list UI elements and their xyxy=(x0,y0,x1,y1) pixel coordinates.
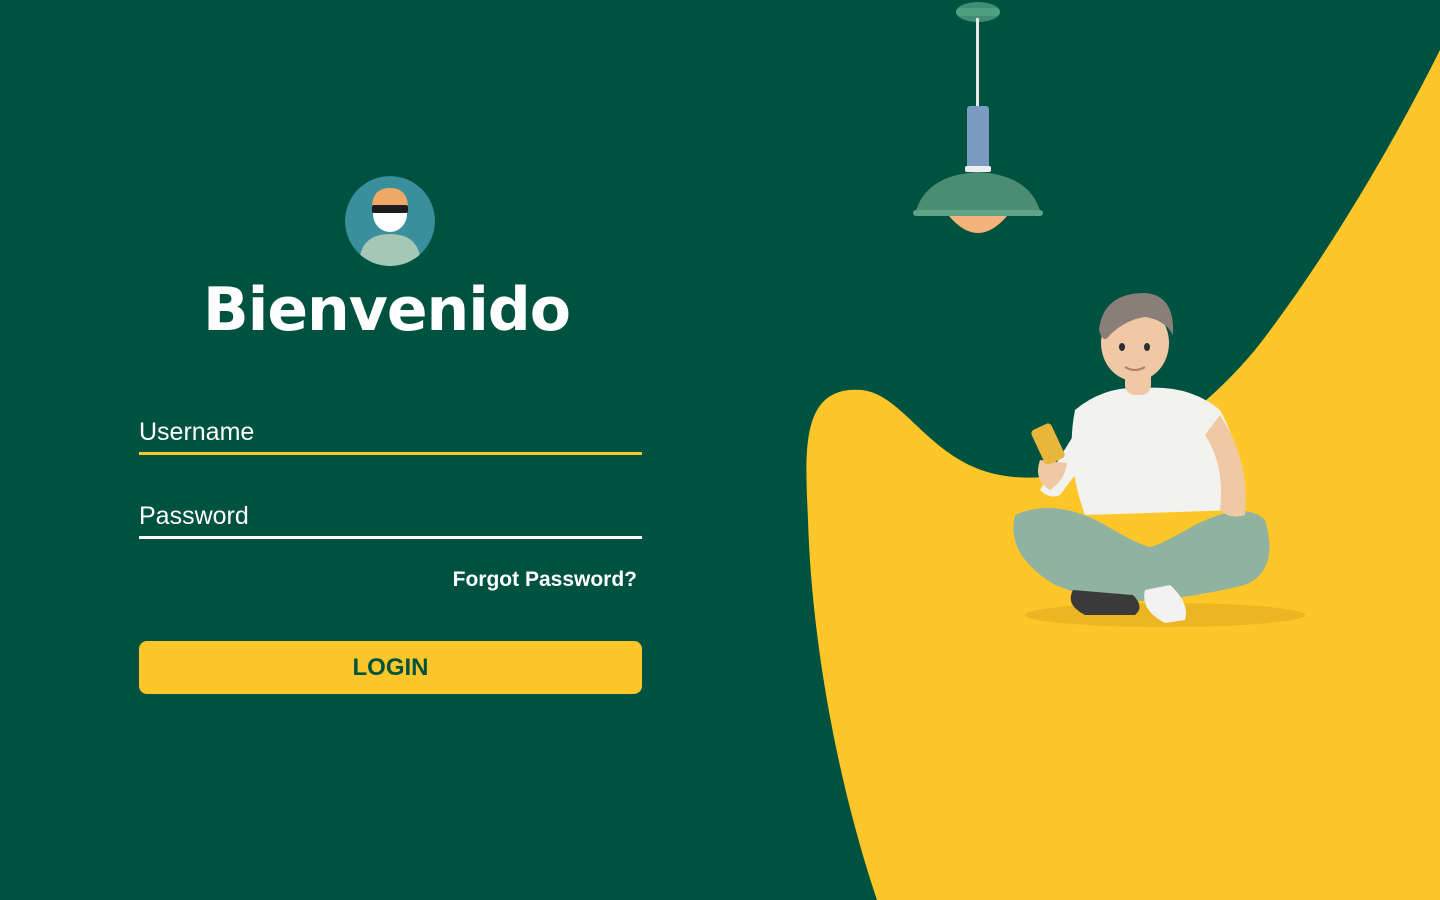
username-input[interactable] xyxy=(139,412,642,455)
login-button[interactable]: LOGIN xyxy=(139,641,642,694)
forgot-password-link[interactable]: Forgot Password? xyxy=(453,568,637,592)
person-with-phone-illustration xyxy=(1013,293,1305,627)
password-input[interactable] xyxy=(139,496,642,539)
login-page: Bienvenido Forgot Password? LOGIN xyxy=(0,0,1440,900)
pendant-lamp-icon xyxy=(913,2,1043,233)
page-title: Bienvenido xyxy=(203,275,571,345)
user-avatar-icon xyxy=(345,176,435,266)
